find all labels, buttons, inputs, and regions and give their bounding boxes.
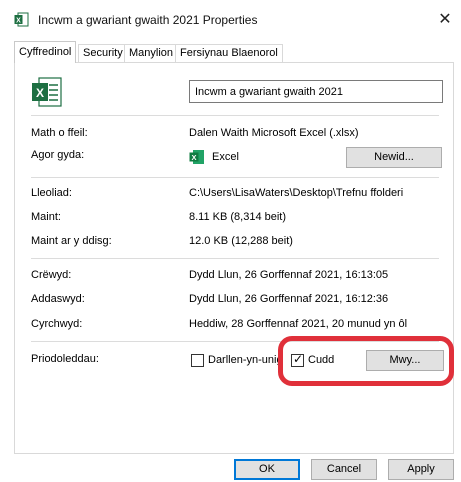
advanced-button[interactable]: Mwy... — [366, 350, 444, 371]
size-label: Maint: — [31, 211, 61, 223]
tab-general[interactable]: Cyffredinol — [14, 41, 77, 63]
change-button[interactable]: Newid... — [346, 147, 442, 168]
file-type-value: Dalen Waith Microsoft Excel (.xlsx) — [189, 127, 359, 139]
file-name-input[interactable] — [189, 80, 443, 103]
file-type-label: Math o ffeil: — [31, 127, 88, 139]
separator — [31, 115, 439, 116]
opens-with-label: Agor gyda: — [31, 149, 85, 161]
readonly-checkbox[interactable] — [191, 354, 204, 367]
tab-details[interactable]: Manylion — [124, 44, 179, 63]
ok-button[interactable]: OK — [234, 459, 300, 480]
svg-text:X: X — [16, 18, 21, 25]
created-value: Dydd Llun, 26 Gorffennaf 2021, 16:13:05 — [189, 269, 389, 281]
hidden-checkbox[interactable]: ✓ — [291, 352, 304, 367]
tab-security[interactable]: Security — [78, 44, 128, 63]
excel-file-icon: X — [32, 77, 62, 107]
size-value: 8.11 KB (8,314 beit) — [189, 211, 287, 223]
hidden-label[interactable]: Cudd — [308, 354, 334, 366]
size-on-disk-label: Maint ar y ddisg: — [31, 235, 112, 247]
location-value: C:\Users\LisaWaters\Desktop\Trefnu ffold… — [189, 187, 404, 199]
apply-button[interactable]: Apply — [388, 459, 454, 480]
accessed-label: Cyrchwyd: — [31, 318, 83, 330]
modified-label: Addaswyd: — [31, 293, 85, 305]
readonly-label[interactable]: Darllen-yn-unig — [208, 354, 283, 366]
modified-value: Dydd Llun, 26 Gorffennaf 2021, 16:12:36 — [189, 293, 389, 305]
attributes-label: Priodoleddau: — [31, 353, 99, 365]
accessed-value: Heddiw, 28 Gorffennaf 2021, 20 munud yn … — [189, 318, 408, 330]
window-title: Incwm a gwariant gwaith 2021 Properties — [38, 13, 258, 27]
general-panel: X Math o ffeil: Dalen Waith Microsoft Ex… — [14, 62, 454, 454]
svg-text:X: X — [191, 153, 196, 162]
opens-with-value: Excel — [212, 151, 239, 163]
location-label: Lleoliad: — [31, 187, 72, 199]
tab-previous-versions[interactable]: Fersiynau Blaenorol — [175, 44, 283, 63]
separator — [31, 258, 439, 259]
separator — [31, 177, 439, 178]
close-icon: ✕ — [438, 11, 452, 28]
cancel-button[interactable]: Cancel — [311, 459, 377, 480]
title-bar: X Incwm a gwariant gwaith 2021 Propertie… — [0, 0, 461, 38]
svg-text:X: X — [36, 86, 44, 100]
tab-strip: Cyffredinol Security Manylion Fersiynau … — [14, 41, 454, 63]
excel-file-icon: X — [14, 12, 29, 27]
excel-app-icon: X — [189, 150, 204, 164]
close-button[interactable]: ✕ — [434, 9, 456, 31]
size-on-disk-value: 12.0 KB (12,288 beit) — [189, 235, 293, 247]
checkmark-icon: ✓ — [293, 352, 304, 366]
created-label: Crëwyd: — [31, 269, 72, 281]
separator — [31, 341, 439, 342]
